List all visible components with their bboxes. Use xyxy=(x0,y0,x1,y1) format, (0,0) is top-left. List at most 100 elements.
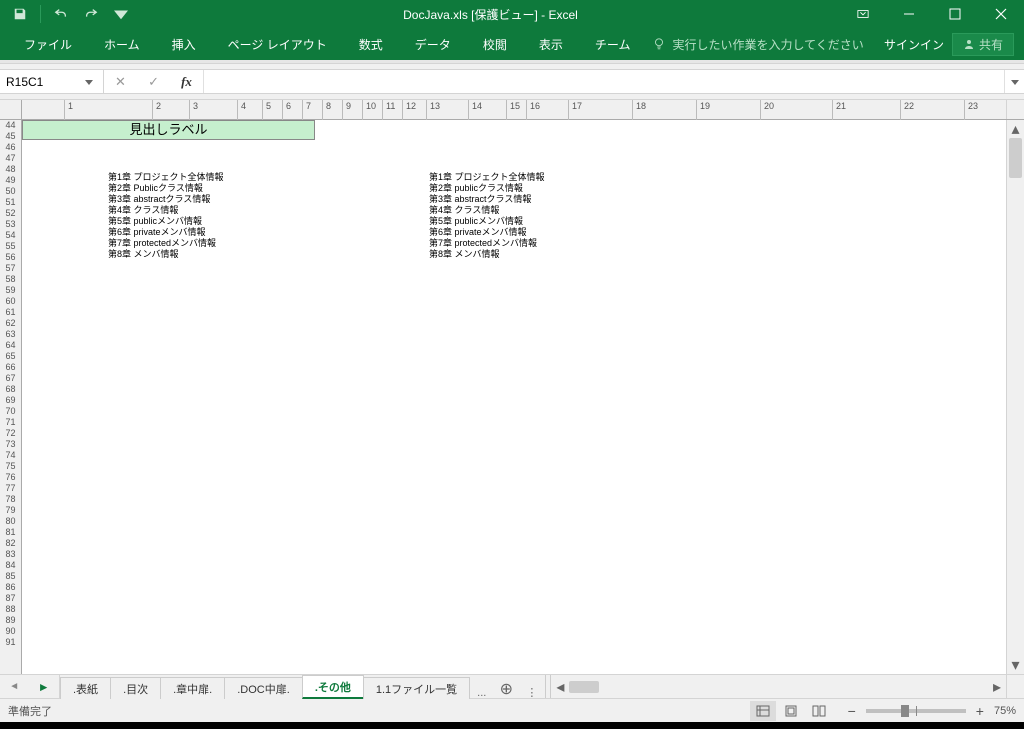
sheet-tabs-more[interactable]: ... xyxy=(469,687,494,699)
name-box-dropdown-icon[interactable] xyxy=(81,78,97,86)
row-header-cell[interactable]: 55 xyxy=(0,241,21,252)
column-header-cell[interactable]: 11 xyxy=(382,100,383,120)
row-header-cell[interactable]: 79 xyxy=(0,505,21,516)
tab-review[interactable]: 校閲 xyxy=(469,28,521,60)
row-header-cell[interactable]: 58 xyxy=(0,274,21,285)
row-header-cell[interactable]: 72 xyxy=(0,428,21,439)
row-header[interactable]: 4445464748495051525354555657585960616263… xyxy=(0,120,22,674)
worksheet-grid[interactable]: 見出しラベル 第1章 プロジェクト全体情報第2章 Publicクラス情報第3章 … xyxy=(22,120,1006,674)
row-header-cell[interactable]: 88 xyxy=(0,604,21,615)
row-header-cell[interactable]: 86 xyxy=(0,582,21,593)
row-header-cell[interactable]: 61 xyxy=(0,307,21,318)
formula-enter-icon[interactable]: ✓ xyxy=(142,74,165,90)
signin-link[interactable]: サインイン xyxy=(884,36,944,53)
formula-cancel-icon[interactable]: ✕ xyxy=(109,74,132,90)
name-box[interactable]: R15C1 xyxy=(0,70,104,93)
row-header-cell[interactable]: 57 xyxy=(0,263,21,274)
row-header-cell[interactable]: 51 xyxy=(0,197,21,208)
undo-icon[interactable] xyxy=(47,2,75,26)
horizontal-scroll-thumb[interactable] xyxy=(569,681,599,693)
row-header-cell[interactable]: 63 xyxy=(0,329,21,340)
column-header-cell[interactable]: 6 xyxy=(282,100,283,120)
tab-data[interactable]: データ xyxy=(401,28,465,60)
column-header-cell[interactable]: 17 xyxy=(568,100,569,120)
row-header-cell[interactable]: 66 xyxy=(0,362,21,373)
column-header-cell[interactable]: 20 xyxy=(760,100,761,120)
save-icon[interactable] xyxy=(6,2,34,26)
row-header-cell[interactable]: 49 xyxy=(0,175,21,186)
column-header-cell[interactable]: 1 xyxy=(64,100,65,120)
vertical-scrollbar[interactable] xyxy=(1007,138,1024,656)
row-header-cell[interactable]: 69 xyxy=(0,395,21,406)
column-header-cell[interactable]: 13 xyxy=(426,100,427,120)
row-header-cell[interactable]: 50 xyxy=(0,186,21,197)
column-header-cell[interactable]: 10 xyxy=(362,100,363,120)
sheet-tab[interactable]: .DOC中扉. xyxy=(224,677,303,699)
column-header-cell[interactable]: 14 xyxy=(468,100,469,120)
column-header-cell[interactable]: 19 xyxy=(696,100,697,120)
tell-me-search[interactable]: 実行したい作業を入力してください xyxy=(652,36,863,53)
view-page-layout-icon[interactable] xyxy=(778,701,804,721)
row-header-cell[interactable]: 65 xyxy=(0,351,21,362)
share-button[interactable]: 共有 xyxy=(952,33,1014,56)
scroll-down-icon[interactable]: ▾ xyxy=(1007,656,1024,674)
sheet-tab[interactable]: 1.1ファイル一覧 xyxy=(363,677,470,699)
row-header-cell[interactable]: 64 xyxy=(0,340,21,351)
sheet-tab[interactable]: .章中扉. xyxy=(160,677,225,699)
maximize-icon[interactable] xyxy=(932,0,978,28)
scroll-up-icon[interactable]: ▴ xyxy=(1007,120,1024,138)
insert-function-icon[interactable]: fx xyxy=(175,74,198,90)
qat-customize-icon[interactable] xyxy=(107,2,135,26)
row-header-cell[interactable]: 91 xyxy=(0,637,21,648)
tab-page-layout[interactable]: ページ レイアウト xyxy=(214,28,341,60)
row-header-cell[interactable]: 83 xyxy=(0,549,21,560)
row-header-cell[interactable]: 74 xyxy=(0,450,21,461)
vertical-scroll-thumb[interactable] xyxy=(1009,138,1022,178)
row-header-cell[interactable]: 59 xyxy=(0,285,21,296)
zoom-slider[interactable] xyxy=(866,709,966,713)
row-header-cell[interactable]: 78 xyxy=(0,494,21,505)
view-normal-icon[interactable] xyxy=(750,701,776,721)
column-header-cell[interactable]: 22 xyxy=(900,100,901,120)
tab-team[interactable]: チーム xyxy=(581,28,645,60)
row-header-cell[interactable]: 89 xyxy=(0,615,21,626)
row-header-cell[interactable]: 82 xyxy=(0,538,21,549)
column-header-cell[interactable]: 12 xyxy=(402,100,403,120)
row-header-cell[interactable]: 76 xyxy=(0,472,21,483)
row-header-cell[interactable]: 47 xyxy=(0,153,21,164)
sheet-tab[interactable]: .その他 xyxy=(302,675,364,699)
row-header-cell[interactable]: 80 xyxy=(0,516,21,527)
scroll-right-icon[interactable]: ▸ xyxy=(988,677,1006,697)
sheet-tab[interactable]: .目次 xyxy=(110,677,161,699)
heading-label-cell[interactable]: 見出しラベル xyxy=(22,120,315,140)
row-header-cell[interactable]: 85 xyxy=(0,571,21,582)
row-header-cell[interactable]: 68 xyxy=(0,384,21,395)
tab-insert[interactable]: 挿入 xyxy=(158,28,210,60)
row-header-cell[interactable]: 73 xyxy=(0,439,21,450)
redo-icon[interactable] xyxy=(77,2,105,26)
new-sheet-icon[interactable]: ⊕ xyxy=(494,679,518,699)
column-header-cell[interactable]: 2 xyxy=(152,100,153,120)
tab-formulas[interactable]: 数式 xyxy=(345,28,397,60)
row-header-cell[interactable]: 54 xyxy=(0,230,21,241)
column-header-cell[interactable]: 18 xyxy=(632,100,633,120)
tab-view[interactable]: 表示 xyxy=(525,28,577,60)
column-header-cell[interactable]: 16 xyxy=(526,100,527,120)
formula-expand-icon[interactable] xyxy=(1004,70,1024,93)
minimize-icon[interactable] xyxy=(886,0,932,28)
row-header-cell[interactable]: 52 xyxy=(0,208,21,219)
zoom-handle[interactable] xyxy=(901,705,909,717)
zoom-out-icon[interactable]: − xyxy=(844,703,860,719)
scroll-left-icon[interactable]: ◂ xyxy=(551,677,569,697)
formula-bar[interactable] xyxy=(204,70,1004,93)
row-header-cell[interactable]: 75 xyxy=(0,461,21,472)
row-header-cell[interactable]: 70 xyxy=(0,406,21,417)
row-header-cell[interactable]: 46 xyxy=(0,142,21,153)
row-header-cell[interactable]: 56 xyxy=(0,252,21,263)
zoom-level[interactable]: 75% xyxy=(994,705,1016,717)
tab-home[interactable]: ホーム xyxy=(90,28,154,60)
row-header-cell[interactable]: 71 xyxy=(0,417,21,428)
toc-left-block[interactable]: 第1章 プロジェクト全体情報第2章 Publicクラス情報第3章 abstrac… xyxy=(108,172,224,260)
column-header-cell[interactable]: 9 xyxy=(342,100,343,120)
sheet-nav-prev-icon[interactable]: ◄ xyxy=(9,681,19,692)
